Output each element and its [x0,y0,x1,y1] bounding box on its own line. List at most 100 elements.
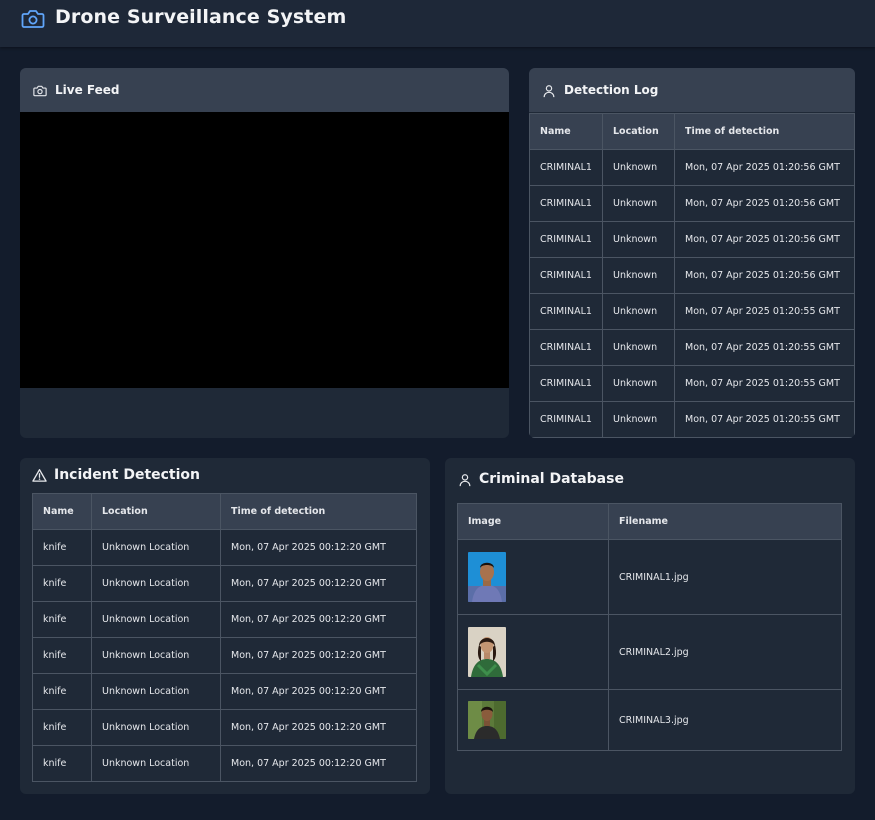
cell-name: knife [32,745,92,782]
cell-name: CRIMINAL1 [529,329,603,366]
criminal-photo[interactable] [468,552,506,602]
cell-name: CRIMINAL1 [529,221,603,258]
table-row: CRIMINAL1 Unknown Mon, 07 Apr 2025 01:20… [529,149,855,186]
table-row: CRIMINAL3.jpg [457,689,842,751]
cell-name: CRIMINAL1 [529,257,603,294]
cell-location: Unknown [602,221,675,258]
cell-image [457,539,609,615]
table-row: CRIMINAL1.jpg [457,539,842,615]
table-row: CRIMINAL1 Unknown Mon, 07 Apr 2025 01:20… [529,329,855,366]
cell-time: Mon, 07 Apr 2025 01:20:55 GMT [674,329,855,366]
cell-location: Unknown Location [91,745,221,782]
detection-log-header: Detection Log [529,68,855,112]
cell-time: Mon, 07 Apr 2025 00:12:20 GMT [220,637,417,674]
app-title: Drone Surveillance System [55,6,347,28]
cell-location: Unknown Location [91,673,221,710]
cell-name: CRIMINAL1 [529,293,603,330]
incident-detection-header: Incident Detection [20,458,430,492]
cell-time: Mon, 07 Apr 2025 01:20:55 GMT [674,293,855,330]
cell-location: Unknown Location [91,637,221,674]
table-row: CRIMINAL1 Unknown Mon, 07 Apr 2025 01:20… [529,365,855,402]
cell-time: Mon, 07 Apr 2025 01:20:56 GMT [674,221,855,258]
cell-name: knife [32,673,92,710]
table-row: CRIMINAL1 Unknown Mon, 07 Apr 2025 01:20… [529,401,855,438]
criminal-database-title: Criminal Database [479,471,624,487]
cell-location: Unknown [602,365,675,402]
cell-location: Unknown Location [91,601,221,638]
cell-image [457,614,609,690]
cell-name: knife [32,601,92,638]
detection-log-title: Detection Log [564,83,659,97]
table-header-row: Name Location Time of detection [529,113,855,150]
cell-time: Mon, 07 Apr 2025 01:20:55 GMT [674,401,855,438]
column-header-time: Time of detection [220,493,417,530]
cell-filename: CRIMINAL1.jpg [608,539,842,615]
table-row: knife Unknown Location Mon, 07 Apr 2025 … [32,637,417,674]
cell-location: Unknown Location [91,709,221,746]
cell-name: knife [32,565,92,602]
warning-icon [32,468,47,483]
cell-time: Mon, 07 Apr 2025 00:12:20 GMT [220,601,417,638]
user-icon [542,83,556,98]
cell-location: Unknown [602,401,675,438]
camera-icon [33,83,47,97]
table-row: knife Unknown Location Mon, 07 Apr 2025 … [32,601,417,638]
cell-location: Unknown [602,185,675,222]
video-stream[interactable] [20,112,509,388]
criminal-photo[interactable] [468,627,506,677]
criminal-database-table: Image Filename CRIMINAL1.jpg CRIMINAL2.j… [457,503,842,751]
app-root: Drone Surveillance System Live Feed Dete [0,0,875,820]
cell-time: Mon, 07 Apr 2025 00:12:20 GMT [220,673,417,710]
live-feed-panel: Live Feed [20,68,509,438]
live-feed-header: Live Feed [20,68,509,112]
cell-name: CRIMINAL1 [529,365,603,402]
cell-name: CRIMINAL1 [529,401,603,438]
cell-time: Mon, 07 Apr 2025 01:20:55 GMT [674,365,855,402]
cell-time: Mon, 07 Apr 2025 00:12:20 GMT [220,565,417,602]
table-row: CRIMINAL1 Unknown Mon, 07 Apr 2025 01:20… [529,257,855,294]
column-header-location: Location [91,493,221,530]
cell-time: Mon, 07 Apr 2025 01:20:56 GMT [674,149,855,186]
cell-time: Mon, 07 Apr 2025 01:20:56 GMT [674,185,855,222]
cell-location: Unknown [602,293,675,330]
cell-filename: CRIMINAL2.jpg [608,614,842,690]
cell-filename: CRIMINAL3.jpg [608,689,842,751]
cell-location: Unknown Location [91,529,221,566]
incident-detection-panel: Incident Detection Name Location Time of… [20,458,430,794]
cell-name: CRIMINAL1 [529,149,603,186]
detection-log-table: Name Location Time of detection CRIMINAL… [529,113,855,438]
live-feed-title: Live Feed [55,83,120,97]
table-row: CRIMINAL2.jpg [457,614,842,690]
column-header-name: Name [529,113,603,150]
cell-name: knife [32,529,92,566]
cell-time: Mon, 07 Apr 2025 00:12:20 GMT [220,745,417,782]
cell-name: CRIMINAL1 [529,185,603,222]
cell-name: knife [32,637,92,674]
column-header-name: Name [32,493,92,530]
cell-image [457,689,609,751]
column-header-time: Time of detection [674,113,855,150]
table-header-row: Image Filename [457,503,842,540]
cell-time: Mon, 07 Apr 2025 00:12:20 GMT [220,709,417,746]
incident-detection-title: Incident Detection [54,467,201,483]
top-bar: Drone Surveillance System [0,0,875,47]
column-header-filename: Filename [608,503,842,540]
table-row: CRIMINAL1 Unknown Mon, 07 Apr 2025 01:20… [529,185,855,222]
cell-time: Mon, 07 Apr 2025 01:20:56 GMT [674,257,855,294]
column-header-location: Location [602,113,675,150]
table-row: CRIMINAL1 Unknown Mon, 07 Apr 2025 01:20… [529,221,855,258]
criminal-photo[interactable] [468,701,506,739]
table-row: knife Unknown Location Mon, 07 Apr 2025 … [32,709,417,746]
cell-name: knife [32,709,92,746]
table-row: CRIMINAL1 Unknown Mon, 07 Apr 2025 01:20… [529,293,855,330]
user-icon [458,472,472,487]
cell-location: Unknown Location [91,565,221,602]
table-row: knife Unknown Location Mon, 07 Apr 2025 … [32,673,417,710]
criminal-database-panel: Criminal Database Image Filename CRIMINA… [445,458,855,794]
cell-location: Unknown [602,257,675,294]
camera-icon [21,9,45,29]
cell-time: Mon, 07 Apr 2025 00:12:20 GMT [220,529,417,566]
incident-table: Name Location Time of detection knife Un… [32,493,417,782]
table-row: knife Unknown Location Mon, 07 Apr 2025 … [32,565,417,602]
table-row: knife Unknown Location Mon, 07 Apr 2025 … [32,529,417,566]
